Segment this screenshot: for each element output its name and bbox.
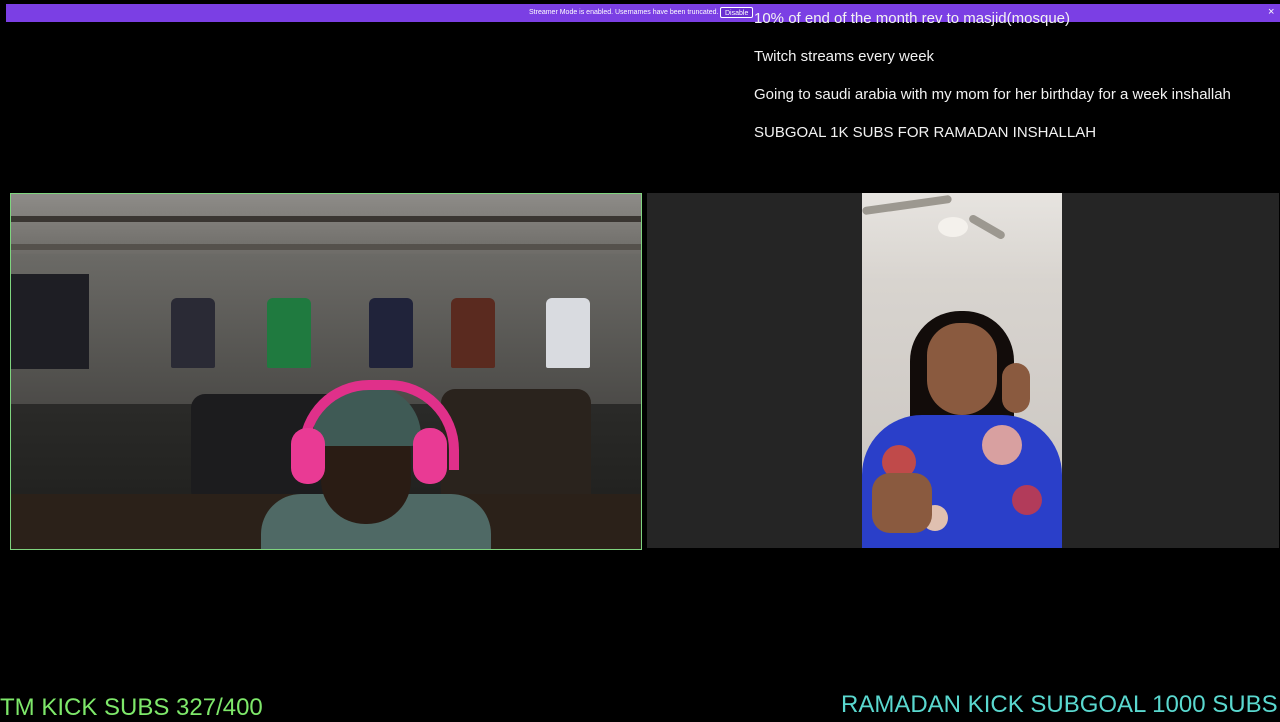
headphone-earcup — [413, 428, 447, 484]
overlay-line-subgoal: SUBGOAL 1K SUBS FOR RAMADAN INSHALLAH — [754, 124, 1097, 141]
ceiling-fan — [938, 217, 968, 237]
jersey-green — [267, 298, 311, 368]
streamer — [261, 374, 491, 549]
guest-video — [647, 193, 1279, 548]
ceiling-fan-blade — [862, 194, 953, 216]
dress-flower — [1012, 485, 1042, 515]
guest-face — [927, 323, 997, 415]
ceiling — [11, 194, 641, 254]
jersey-white — [546, 298, 590, 368]
streamer-mode-message: Streamer Mode is enabled. Usernames have… — [529, 9, 719, 16]
ramadan-subgoal: RAMADAN KICK SUBGOAL 1000 SUBS — [841, 691, 1278, 718]
close-icon[interactable]: × — [1268, 6, 1274, 18]
streamer-mode-banner: Streamer Mode is enabled. Usernames have… — [6, 4, 1280, 22]
ceiling-fan-blade — [967, 213, 1007, 241]
jersey-maroon — [451, 298, 495, 368]
wall-poster — [11, 274, 89, 369]
jersey-navy — [369, 298, 413, 368]
ceiling-beam — [11, 244, 641, 250]
kick-subs-counter: TM KICK SUBS 327/400 — [0, 694, 263, 721]
guest-hand — [1002, 363, 1030, 413]
guest-hand — [872, 473, 932, 533]
overlay-line-masjid: 10% of end of the month rev to masjid(mo… — [754, 10, 1070, 27]
dress-flower — [982, 425, 1022, 465]
ceiling-beam — [11, 216, 641, 222]
overlay-line-saudi: Going to saudi arabia with my mom for he… — [754, 86, 1231, 103]
disable-streamer-mode-button[interactable]: Disable — [720, 7, 754, 18]
jersey-black — [171, 298, 215, 368]
overlay-line-twitch: Twitch streams every week — [754, 48, 935, 65]
headphone-earcup — [291, 428, 325, 484]
guest-portrait — [862, 193, 1062, 548]
streamer-webcam — [10, 193, 642, 550]
